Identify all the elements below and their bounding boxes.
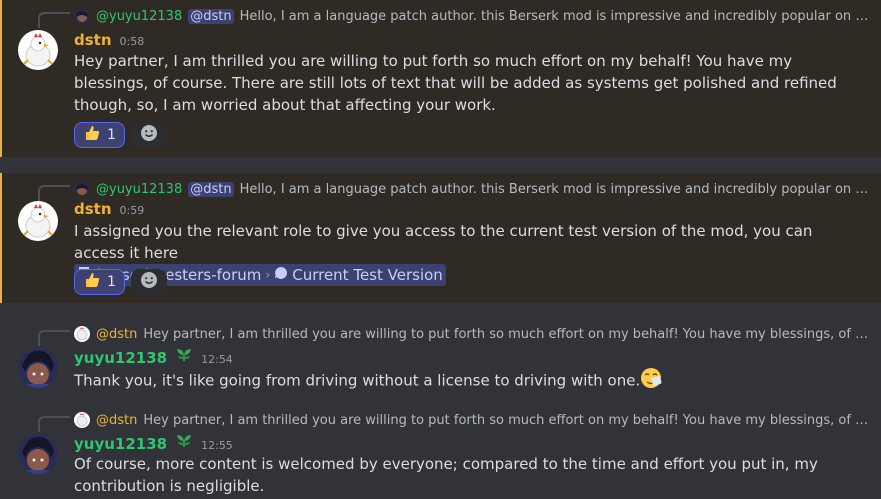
reply-author-name[interactable]: @yuyu12138 (96, 182, 182, 197)
smiley-icon (140, 271, 158, 293)
reply-author-name[interactable]: @dstn (96, 327, 137, 342)
yuyu-avatar[interactable] (18, 348, 58, 388)
author-name[interactable]: dstn (74, 200, 112, 218)
reply-connector (38, 12, 70, 28)
add-reaction-button[interactable] (130, 122, 167, 148)
reply-text[interactable]: Hello, I am a language patch author. thi… (240, 9, 871, 24)
yuyu-avatar[interactable] (18, 434, 58, 474)
message-text: Hey partner, I am thrilled you are willi… (74, 52, 837, 114)
reply-text[interactable]: Hello, I am a language patch author. thi… (240, 182, 871, 197)
message-text: I assigned you the relevant role to give… (74, 220, 867, 286)
author-name[interactable]: yuyu12138 (74, 435, 167, 453)
author-name[interactable]: yuyu12138 (74, 349, 167, 367)
reply-connector (38, 416, 70, 432)
timestamp[interactable]: 12:54 (201, 353, 233, 366)
timestamp[interactable]: 0:58 (120, 35, 145, 48)
message-text: Of course, more content is welcomed by e… (74, 455, 818, 495)
yuyu-reply-avatar-icon (74, 8, 90, 24)
reply-preview[interactable]: @dstn Hey partner, I am thrilled you are… (74, 325, 871, 343)
chevron-right-icon: › (265, 268, 271, 282)
thumbs-up-icon (83, 124, 101, 146)
add-reaction-button[interactable] (130, 269, 167, 295)
leaf-badge-icon (175, 433, 193, 449)
reply-mention[interactable]: @dstn (188, 8, 234, 24)
message-content: Thank you, it's like going from driving … (74, 367, 867, 395)
thread-icon (274, 264, 288, 286)
reply-preview[interactable]: @yuyu12138 @dstn Hello, I am a language … (74, 180, 871, 198)
message-4[interactable]: @dstn Hey partner, I am thrilled you are… (0, 404, 881, 499)
message-3[interactable]: @dstn Hey partner, I am thrilled you are… (0, 318, 881, 402)
reaction-count: 1 (107, 127, 116, 143)
channel-link-row: berserk-testers-forum › Current Test Ver… (74, 264, 867, 286)
thumbs-up-icon (83, 271, 101, 293)
timestamp[interactable]: 12:55 (201, 439, 233, 452)
message-1[interactable]: @yuyu12138 @dstn Hello, I am a language … (0, 0, 881, 157)
reply-preview[interactable]: @yuyu12138 @dstn Hello, I am a language … (74, 7, 871, 25)
reply-author-name[interactable]: @yuyu12138 (96, 9, 182, 24)
dstn-avatar[interactable] (18, 201, 58, 241)
reply-mention[interactable]: @dstn (188, 181, 234, 197)
reply-text[interactable]: Hey partner, I am thrilled you are willi… (143, 327, 871, 342)
thumbs-up-reaction[interactable]: 1 (74, 269, 125, 295)
message-text: Thank you, it's like going from driving … (74, 371, 641, 390)
reply-connector (38, 185, 70, 201)
timestamp[interactable]: 0:59 (120, 204, 145, 217)
reply-connector (38, 330, 70, 346)
dstn-reply-avatar-icon (74, 326, 90, 342)
author-name[interactable]: dstn (74, 31, 112, 49)
reply-text[interactable]: Hey partner, I am thrilled you are willi… (143, 413, 871, 428)
thread-name[interactable]: Current Test Version (292, 264, 443, 286)
dstn-avatar[interactable] (18, 30, 58, 70)
thumbs-up-reaction[interactable]: 1 (74, 122, 125, 148)
sneezing-face-icon (640, 367, 662, 395)
reply-preview[interactable]: @dstn Hey partner, I am thrilled you are… (74, 411, 871, 429)
smiley-icon (140, 124, 158, 146)
message-2[interactable]: @yuyu12138 @dstn Hello, I am a language … (0, 173, 881, 303)
reply-author-name[interactable]: @dstn (96, 413, 137, 428)
message-text-line: I assigned you the relevant role to give… (74, 222, 813, 262)
yuyu-reply-avatar-icon (74, 181, 90, 197)
leaf-badge-icon (175, 347, 193, 363)
dstn-reply-avatar-icon (74, 412, 90, 428)
chat-messages: @yuyu12138 @dstn Hello, I am a language … (0, 0, 881, 499)
reaction-count: 1 (107, 274, 116, 290)
